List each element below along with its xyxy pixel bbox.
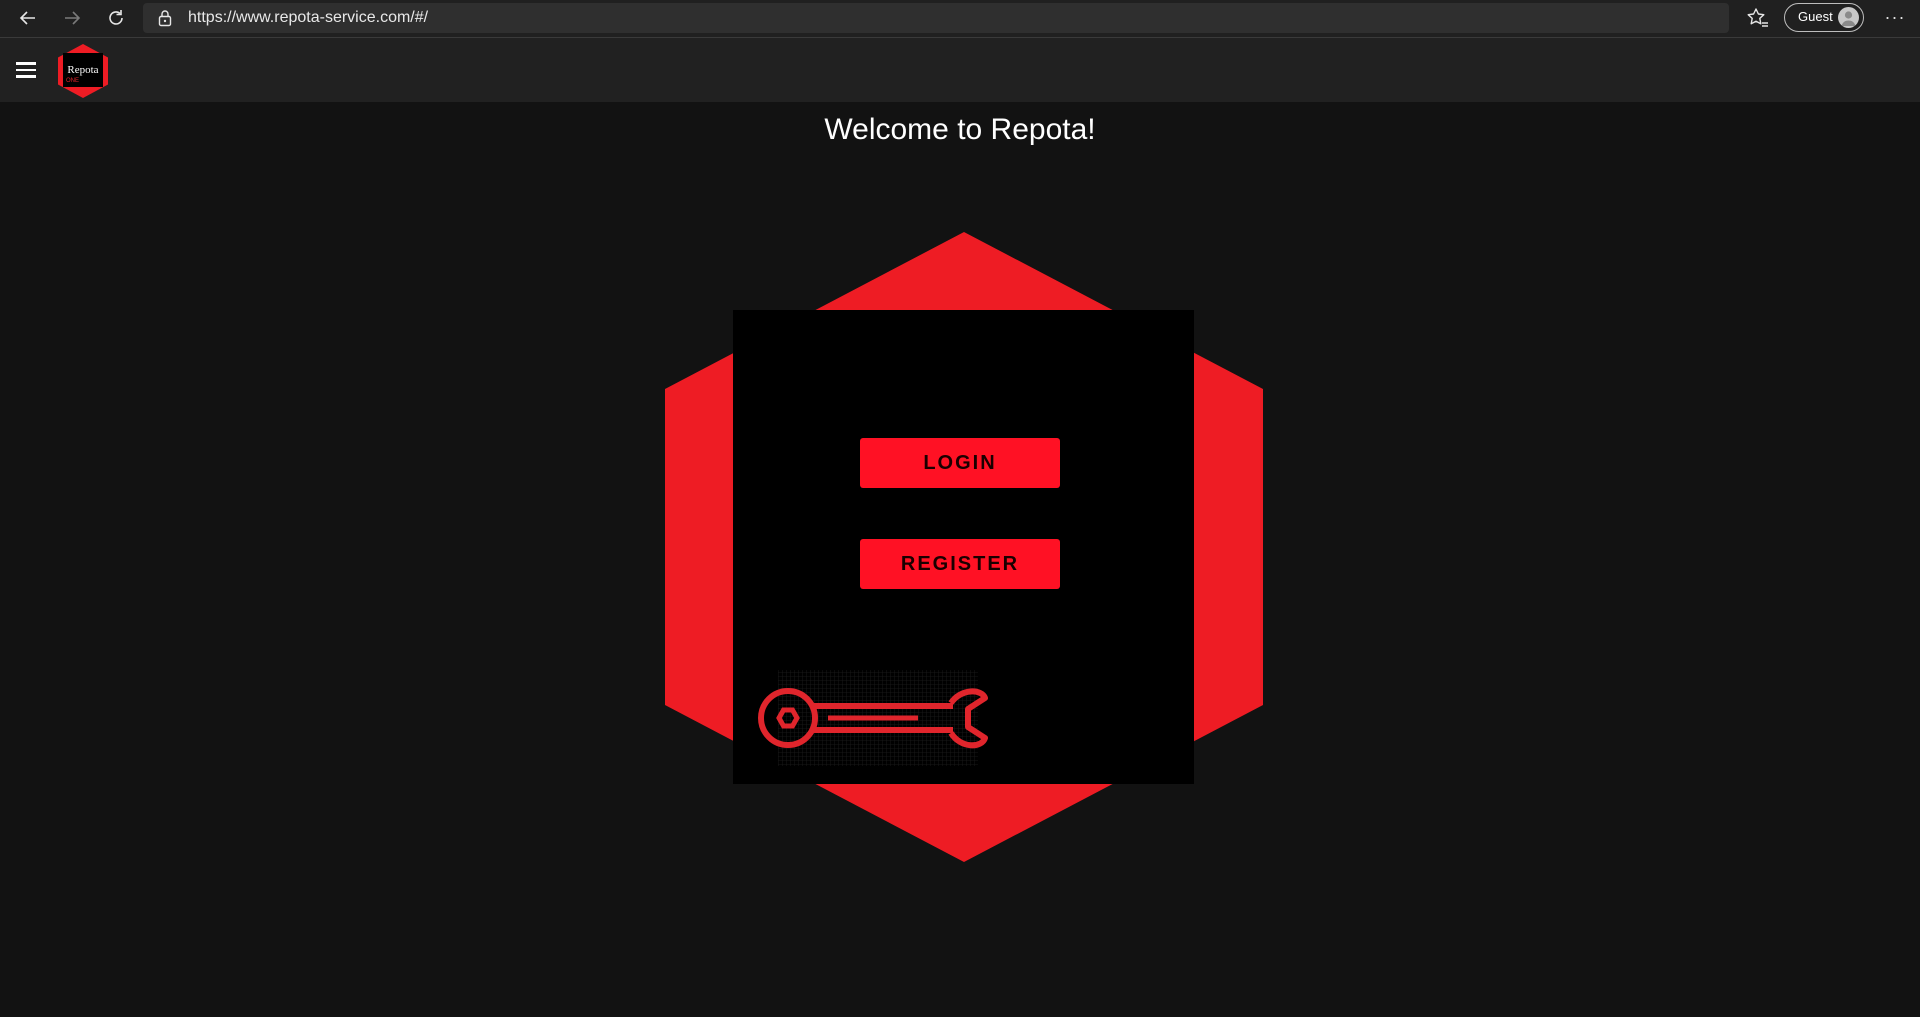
reload-button[interactable] (101, 4, 131, 32)
wrench-icon (758, 670, 988, 766)
more-options-button[interactable]: ··· (1880, 4, 1910, 32)
app-logo[interactable]: Repota ONE (56, 43, 110, 99)
app-header: Repota ONE (0, 38, 1920, 102)
url-text[interactable]: https://www.repota-service.com/#/ (188, 9, 428, 27)
browser-toolbar: https://www.repota-service.com/#/ Guest … (0, 0, 1920, 38)
logo-text: Repota (67, 64, 99, 76)
favorites-star-icon[interactable] (1746, 7, 1770, 29)
logo-subtext: ONE (66, 78, 80, 84)
profile-button[interactable]: Guest (1784, 3, 1864, 32)
reload-icon (109, 10, 123, 25)
lock-icon[interactable] (157, 9, 173, 27)
forward-button[interactable] (57, 4, 87, 32)
hamburger-menu-icon[interactable] (16, 58, 40, 82)
guest-avatar-icon (1838, 7, 1859, 28)
forward-arrow-icon (65, 11, 81, 25)
address-bar[interactable]: https://www.repota-service.com/#/ (143, 3, 1729, 33)
login-button[interactable]: LOGIN (860, 438, 1060, 488)
page-title: Welcome to Repota! (824, 113, 1096, 146)
register-button[interactable]: REGISTER (860, 539, 1060, 589)
wrench-illustration (758, 664, 998, 774)
profile-label: Guest (1798, 9, 1833, 24)
auth-panel: LOGIN REGISTER (733, 310, 1194, 784)
back-arrow-icon (19, 11, 35, 25)
back-button[interactable] (13, 4, 43, 32)
